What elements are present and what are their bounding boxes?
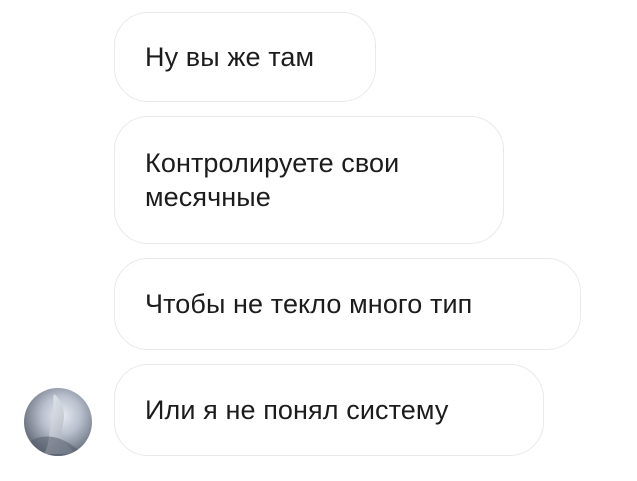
message-bubble[interactable]: Контролируете свои месячные <box>114 116 504 244</box>
avatar-photo-icon <box>24 394 88 456</box>
message-bubble[interactable]: Чтобы не текло много тип <box>114 258 581 350</box>
message-text: Контролируете свои месячные <box>145 148 400 212</box>
message-bubble[interactable]: Или я не понял систему <box>114 364 544 456</box>
message-text: Или я не понял систему <box>145 395 449 425</box>
chat-thread: Ну вы же там Контролируете свои месячные… <box>0 0 637 481</box>
sender-avatar[interactable] <box>24 388 92 456</box>
message-text: Чтобы не текло много тип <box>145 289 473 319</box>
message-bubble[interactable]: Ну вы же там <box>114 12 376 102</box>
message-text: Ну вы же там <box>145 42 315 72</box>
